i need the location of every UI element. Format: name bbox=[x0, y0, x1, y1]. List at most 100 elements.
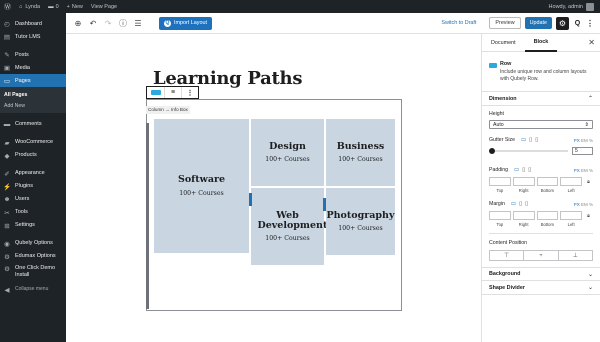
unit-px[interactable]: PX bbox=[574, 202, 580, 207]
align-icon[interactable]: ≡ bbox=[165, 87, 182, 98]
sidebar-item-collapse-menu[interactable]: ◀ Collapse menu bbox=[0, 283, 66, 296]
align-middle-icon[interactable]: ⫟ bbox=[524, 251, 559, 260]
unit-percent[interactable]: % bbox=[589, 138, 593, 143]
switch-to-draft-link[interactable]: Switch to Draft bbox=[441, 20, 476, 26]
tablet-icon[interactable]: ▯ bbox=[529, 137, 532, 143]
unit-percent[interactable]: % bbox=[589, 168, 593, 173]
more-options-icon[interactable]: ⋮ bbox=[586, 18, 594, 29]
info-box-business[interactable]: Business 100+ Courses bbox=[326, 119, 395, 186]
unit-px[interactable]: PX bbox=[574, 168, 580, 173]
unit-percent[interactable]: % bbox=[589, 202, 593, 207]
margin-top-input[interactable] bbox=[489, 211, 511, 220]
account-menu[interactable]: Howdy, admin bbox=[549, 2, 600, 11]
import-layout-button[interactable]: Q Import Layout bbox=[159, 16, 212, 30]
link-icon[interactable]: 🔒︎ bbox=[584, 211, 593, 220]
padding-top-input[interactable] bbox=[489, 177, 511, 186]
unit-em[interactable]: EM bbox=[581, 168, 588, 173]
column-resize-handle[interactable] bbox=[323, 198, 326, 211]
update-button[interactable]: Update bbox=[524, 17, 552, 29]
preview-label: Preview bbox=[495, 20, 515, 26]
sidebar-item-dashboard[interactable]: ◴ Dashboard bbox=[0, 17, 66, 30]
info-icon[interactable]: ⓘ bbox=[116, 16, 130, 30]
submenu-add-new[interactable]: Add New bbox=[0, 100, 66, 111]
column-resize-strip[interactable] bbox=[146, 123, 149, 309]
sidebar-item-label: Comments bbox=[15, 120, 42, 127]
content-position-buttons: ⊤ ⫟ ⊥ bbox=[489, 250, 593, 261]
link-icon[interactable]: 🔒︎ bbox=[584, 177, 593, 186]
desktop-icon[interactable]: ▭ bbox=[521, 137, 526, 143]
sidebar-item-label: One Click Demo Install bbox=[15, 265, 56, 279]
height-select[interactable]: Auto ⇕ bbox=[489, 120, 593, 129]
new-content-link[interactable]: + New bbox=[63, 0, 87, 13]
sidebar-item-posts[interactable]: ✎ Posts bbox=[0, 48, 66, 61]
wordpress-logo-icon[interactable]: Ⓦ bbox=[0, 0, 15, 13]
sidebar-item-one-click-demo-install[interactable]: ⚙ One Click Demo Install bbox=[0, 263, 66, 283]
preview-button[interactable]: Preview bbox=[489, 17, 521, 29]
comments-link[interactable]: ▬ 0 bbox=[44, 0, 63, 13]
unit-em[interactable]: EM bbox=[581, 202, 588, 207]
gutter-slider[interactable] bbox=[489, 148, 568, 154]
desktop-icon[interactable]: ▭ bbox=[511, 201, 516, 207]
gutter-input[interactable]: 5 bbox=[572, 147, 593, 155]
margin-left-input[interactable] bbox=[560, 211, 582, 220]
margin-bottom-input[interactable] bbox=[536, 211, 559, 220]
sidebar-item-edumax-options[interactable]: ⚙ Edumax Options bbox=[0, 250, 66, 263]
toolbar-actions: Switch to Draft Preview Update ⚙ Q ⋮ bbox=[441, 16, 600, 30]
sidebar-item-plugins[interactable]: ⚡ Plugins bbox=[0, 180, 66, 193]
align-bottom-icon[interactable]: ⊥ bbox=[559, 251, 592, 260]
qubely-panel-icon[interactable]: Q bbox=[572, 18, 583, 29]
sidebar-item-tools[interactable]: ✂ Tools bbox=[0, 206, 66, 219]
tab-block[interactable]: Block bbox=[524, 34, 558, 52]
site-name-link[interactable]: ⌂ Lynda bbox=[15, 0, 44, 13]
chevron-down-icon: ⌄ bbox=[587, 285, 593, 291]
tablet-icon[interactable]: ▯ bbox=[522, 167, 525, 173]
settings-gear-icon[interactable]: ⚙ bbox=[556, 16, 569, 30]
sidebar-item-comments[interactable]: ▬ Comments bbox=[0, 118, 66, 131]
tab-document[interactable]: Document bbox=[482, 34, 525, 52]
slider-knob[interactable] bbox=[489, 148, 495, 154]
sidebar-item-settings[interactable]: ⊞ Settings bbox=[0, 219, 66, 232]
info-box-software[interactable]: Software 100+ Courses bbox=[154, 119, 249, 253]
chevron-up-icon: ⌃ bbox=[587, 96, 593, 102]
info-box-web-development[interactable]: Web Development 100+ Courses bbox=[251, 188, 327, 265]
block-more-icon[interactable]: ⋮ bbox=[182, 87, 198, 98]
sidebar-item-media[interactable]: ▣ Media bbox=[0, 61, 66, 74]
shape-divider-section-header[interactable]: Shape Divider ⌄ bbox=[482, 281, 600, 295]
sidebar-item-products[interactable]: ◆ Products bbox=[0, 149, 66, 162]
mobile-icon[interactable]: ▯ bbox=[528, 167, 531, 173]
card-count: 100+ Courses bbox=[179, 189, 224, 197]
sidebar-item-users[interactable]: ☻ Users bbox=[0, 193, 66, 206]
info-box-design[interactable]: Design 100+ Courses bbox=[251, 119, 324, 186]
sidebar-item-tutor-lms[interactable]: ▤ Tutor LMS bbox=[0, 30, 66, 43]
unit-px[interactable]: PX bbox=[574, 138, 580, 143]
outline-icon[interactable]: ☰ bbox=[131, 16, 145, 30]
add-block-icon[interactable]: ⊕ bbox=[71, 16, 85, 30]
sidebar-item-woocommerce[interactable]: ▰ WooCommerce bbox=[0, 136, 66, 149]
padding-left-input[interactable] bbox=[560, 177, 582, 186]
background-section-header[interactable]: Background ⌄ bbox=[482, 267, 600, 281]
sidebar-item-qubely-options[interactable]: ◉ Qubely Options bbox=[0, 237, 66, 250]
block-breadcrumb[interactable]: Column → Info Box bbox=[146, 106, 190, 114]
info-box-photography[interactable]: Photography 100+ Courses bbox=[326, 188, 395, 255]
align-top-icon[interactable]: ⊤ bbox=[490, 251, 525, 260]
demo-install-icon: ⚙ bbox=[4, 266, 10, 273]
desktop-icon[interactable]: ▭ bbox=[514, 167, 519, 173]
tablet-icon[interactable]: ▯ bbox=[519, 201, 522, 207]
row-block-icon[interactable] bbox=[147, 87, 165, 98]
view-page-link[interactable]: View Page bbox=[87, 0, 121, 13]
redo-icon[interactable]: ↷ bbox=[101, 16, 115, 30]
height-label: Height bbox=[489, 111, 504, 117]
mobile-icon[interactable]: ▯ bbox=[525, 201, 528, 207]
padding-bottom-input[interactable] bbox=[536, 177, 559, 186]
dimension-section-header[interactable]: Dimension ⌃ bbox=[482, 92, 600, 106]
unit-em[interactable]: EM bbox=[581, 138, 588, 143]
submenu-all-pages[interactable]: All Pages bbox=[0, 89, 66, 100]
margin-right-input[interactable] bbox=[512, 211, 535, 220]
sidebar-item-appearance[interactable]: ✐ Appearance bbox=[0, 167, 66, 180]
close-icon[interactable]: ✕ bbox=[588, 38, 595, 47]
sidebar-item-pages[interactable]: ▭ Pages bbox=[0, 74, 66, 87]
mobile-icon[interactable]: ▯ bbox=[535, 137, 538, 143]
undo-icon[interactable]: ↶ bbox=[86, 16, 100, 30]
padding-right-input[interactable] bbox=[512, 177, 535, 186]
column-resize-handle[interactable] bbox=[249, 193, 252, 206]
